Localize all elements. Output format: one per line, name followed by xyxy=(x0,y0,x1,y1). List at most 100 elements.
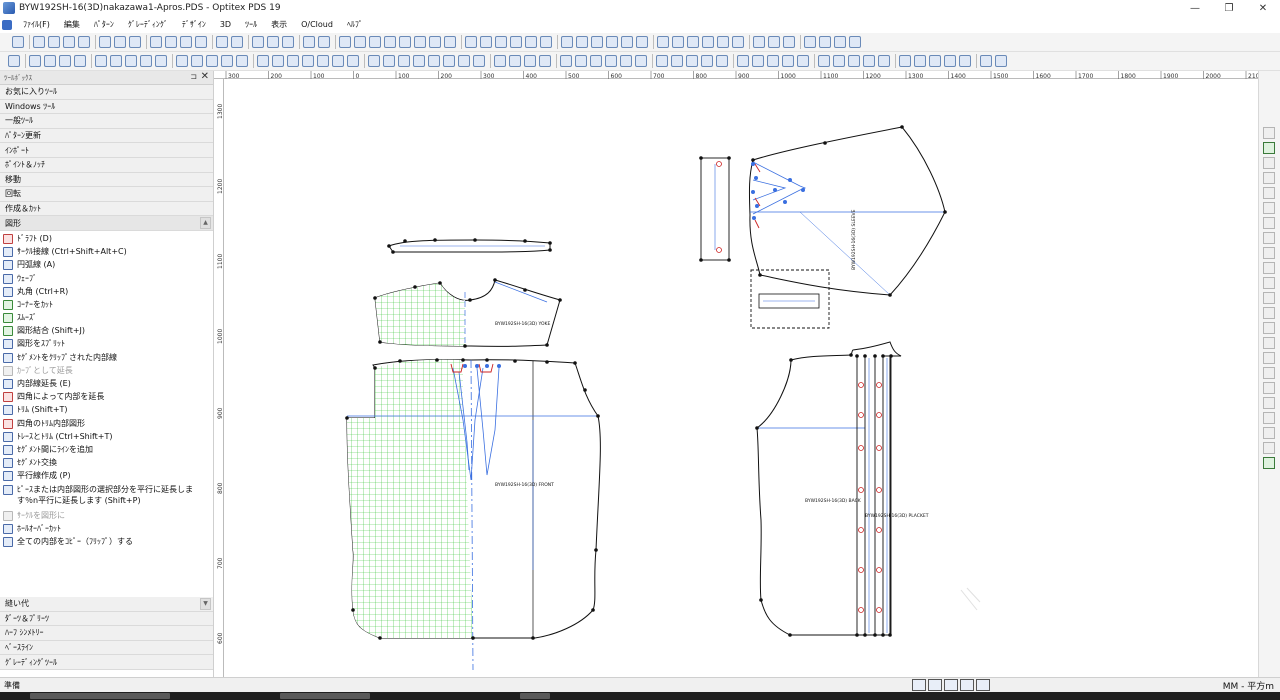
buttonhole-marker[interactable] xyxy=(876,527,882,533)
vertex-point[interactable] xyxy=(468,298,472,302)
view-tool-button[interactable] xyxy=(1263,442,1275,454)
vertex-point[interactable] xyxy=(823,141,827,145)
toolbar-button[interactable] xyxy=(495,36,507,48)
vertex-point[interactable] xyxy=(398,359,402,363)
vertex-point[interactable] xyxy=(849,353,853,357)
toolbar-button[interactable] xyxy=(561,36,573,48)
toolbar-button[interactable] xyxy=(267,36,279,48)
toolbar-button[interactable] xyxy=(444,36,456,48)
vertex-point[interactable] xyxy=(594,548,598,552)
toolbar-button[interactable] xyxy=(590,55,602,67)
toolbar-button[interactable] xyxy=(398,55,410,67)
toolbar-button[interactable] xyxy=(125,55,137,67)
view-tool-button[interactable] xyxy=(1263,352,1275,364)
view-tool-button[interactable] xyxy=(1263,127,1275,139)
menu-design[interactable]: ﾃﾞｻﾞｲﾝ xyxy=(175,19,213,30)
toolbar-button[interactable] xyxy=(657,36,669,48)
view-tool-button[interactable] xyxy=(1263,322,1275,334)
buttonhole-marker[interactable] xyxy=(876,487,882,493)
toolbar-button[interactable] xyxy=(429,36,441,48)
vertex-point[interactable] xyxy=(596,414,600,418)
units-indicator[interactable]: MM - 平方m xyxy=(1223,679,1274,692)
toolbar-button[interactable] xyxy=(929,55,941,67)
menu-grading[interactable]: ｸﾞﾚｰﾃﾞｨﾝｸﾞ xyxy=(121,19,175,30)
selected-vertex-point[interactable] xyxy=(801,188,805,192)
toolbar-button[interactable] xyxy=(347,55,359,67)
status-tool-icon[interactable] xyxy=(960,679,974,691)
vertex-point[interactable] xyxy=(548,241,552,245)
vertex-point[interactable] xyxy=(345,416,349,420)
vertex-point[interactable] xyxy=(473,238,477,242)
selected-vertex-point[interactable] xyxy=(755,204,759,208)
tool-item[interactable]: ﾄﾚｰｽとﾄﾘﾑ (Ctrl+Shift+T) xyxy=(0,431,213,444)
toolbar-button[interactable] xyxy=(318,36,330,48)
toolbar-button[interactable] xyxy=(575,55,587,67)
yoke-piece[interactable] xyxy=(374,279,561,347)
taskbar-item[interactable] xyxy=(30,693,170,699)
view-tool-button[interactable] xyxy=(1263,292,1275,304)
selected-vertex-point[interactable] xyxy=(751,162,755,166)
selected-vertex-point[interactable] xyxy=(752,216,756,220)
view-tool-button[interactable] xyxy=(1263,457,1275,469)
tool-item[interactable]: ﾄﾘﾑ (Shift+T) xyxy=(0,404,213,417)
tool-item[interactable]: 丸角 (Ctrl+R) xyxy=(0,286,213,299)
back-body-piece[interactable] xyxy=(756,341,981,636)
minimize-button[interactable]: — xyxy=(1178,0,1212,16)
toolbar-button[interactable] xyxy=(114,36,126,48)
toolbar-button[interactable] xyxy=(140,55,152,67)
vertex-point[interactable] xyxy=(873,633,877,637)
toolbar-button[interactable] xyxy=(428,55,440,67)
toolbar-button[interactable] xyxy=(524,55,536,67)
toolbar-button[interactable] xyxy=(384,36,396,48)
tool-item[interactable]: 円弧線 (A) xyxy=(0,259,213,272)
toolbar-button[interactable] xyxy=(702,36,714,48)
vertex-point[interactable] xyxy=(900,125,904,129)
toolbar-button[interactable] xyxy=(819,36,831,48)
toolbar-button[interactable] xyxy=(768,36,780,48)
view-tool-button[interactable] xyxy=(1263,247,1275,259)
toolbar-button[interactable] xyxy=(621,36,633,48)
menu-tools[interactable]: ﾂｰﾙ xyxy=(238,19,264,30)
vertex-point[interactable] xyxy=(727,156,731,160)
vertex-point[interactable] xyxy=(855,354,859,358)
vertex-point[interactable] xyxy=(751,158,755,162)
toolbar-button[interactable] xyxy=(959,55,971,67)
toolbar-button[interactable] xyxy=(576,36,588,48)
toolbar-button[interactable] xyxy=(74,55,86,67)
vertex-point[interactable] xyxy=(788,633,792,637)
category-half-symmetry[interactable]: ﾊｰﾌ ｼﾝﾒﾄﾘｰ xyxy=(0,626,213,641)
buttonhole-marker[interactable] xyxy=(858,607,864,613)
toolbar-button[interactable] xyxy=(48,36,60,48)
tool-item[interactable]: ｾｸﾞﾒﾝﾄをｸﾘｯﾌﾟされた内部線 xyxy=(0,352,213,365)
view-tool-button[interactable] xyxy=(1263,217,1275,229)
vertex-point[interactable] xyxy=(789,358,793,362)
vertex-point[interactable] xyxy=(881,354,885,358)
selected-vertex-point[interactable] xyxy=(463,364,467,368)
category-baseline[interactable]: ﾍﾞｰｽﾗｲﾝ xyxy=(0,640,213,656)
buttonhole-marker[interactable] xyxy=(858,567,864,573)
toolbar-button[interactable] xyxy=(732,36,744,48)
view-tool-button[interactable] xyxy=(1263,397,1275,409)
front-body-piece[interactable] xyxy=(346,359,601,671)
toolbar-button[interactable] xyxy=(804,36,816,48)
view-tool-button[interactable] xyxy=(1263,202,1275,214)
toolbar-button[interactable] xyxy=(399,36,411,48)
view-tool-button[interactable] xyxy=(1263,157,1275,169)
close-panel-icon[interactable]: ✕ xyxy=(201,71,209,82)
toolbar-button[interactable] xyxy=(717,36,729,48)
toolbar-button[interactable] xyxy=(560,55,572,67)
toolbar-button[interactable] xyxy=(591,36,603,48)
toolbar-button[interactable] xyxy=(458,55,470,67)
menu-3d[interactable]: 3D xyxy=(213,20,238,29)
toolbar-button[interactable] xyxy=(671,55,683,67)
menu-edit[interactable]: 編集 xyxy=(57,19,87,30)
toolbar-button[interactable] xyxy=(339,36,351,48)
taskbar-item[interactable] xyxy=(520,693,550,699)
buttonhole-marker[interactable] xyxy=(716,161,722,167)
tool-item[interactable]: 平行線作成 (P) xyxy=(0,470,213,483)
buttonhole-marker[interactable] xyxy=(716,247,722,253)
status-tool-icon[interactable] xyxy=(912,679,926,691)
toolbar-button[interactable] xyxy=(473,55,485,67)
toolbar-button[interactable] xyxy=(767,55,779,67)
view-tool-button[interactable] xyxy=(1263,187,1275,199)
